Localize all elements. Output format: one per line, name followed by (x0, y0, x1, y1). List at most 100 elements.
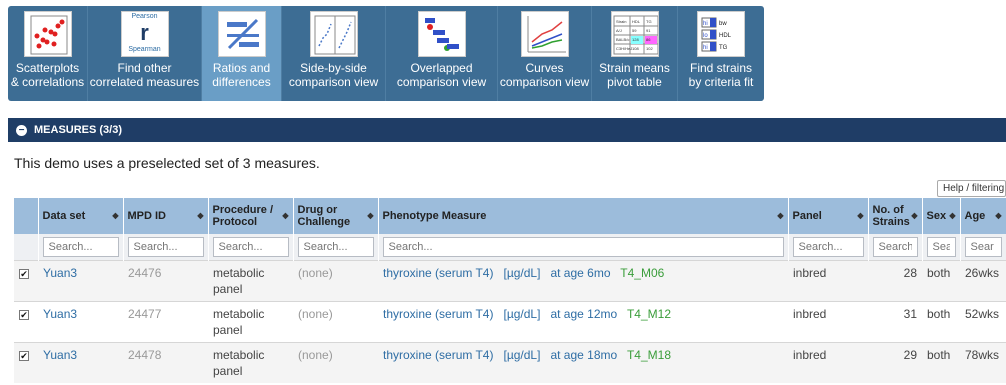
demo-description: This demo uses a preselected set of 3 me… (14, 155, 320, 171)
sort-icon[interactable]: ◆ (995, 210, 1001, 222)
tool-find-strains-line1: Find strains (689, 61, 753, 75)
pivot-head-tg: TG (646, 19, 652, 24)
sex-cell: both (922, 259, 960, 301)
header-sex[interactable]: Sex ◆ (922, 198, 961, 234)
dataset-link[interactable]: Yuan3 (43, 307, 77, 321)
search-panel-input[interactable] (792, 236, 864, 257)
row-checkbox[interactable]: ✔ (19, 309, 29, 320)
analysis-toolbar: Scatterplots & correlations Pearson r Sp… (8, 6, 764, 101)
drug-cell: (none) (293, 341, 378, 383)
pivot-head-strain: Strain (616, 19, 626, 24)
tool-curves[interactable]: Curves comparison view (498, 6, 592, 101)
header-strains[interactable]: No. of Strains ◆ (868, 198, 923, 234)
age-cell: 78wks (960, 341, 1006, 383)
measure-age: at age 12mo (550, 306, 618, 321)
search-age-input[interactable] (964, 236, 1002, 257)
criteria-level-2: lo (703, 33, 708, 39)
search-data-set-input[interactable] (42, 236, 119, 257)
pivot-table-icon: Strain HDL TG A/J BALB/c C3H/HeJ 59 91 1… (610, 11, 659, 57)
age-cell: 52wks (960, 300, 1006, 342)
header-phenotype-measure[interactable]: Phenotype Measure ◆ (378, 198, 789, 234)
measure-unit: [µg/dL] (503, 347, 541, 362)
tool-pivot-table[interactable]: Strain HDL TG A/J BALB/c C3H/HeJ 59 91 1… (592, 6, 678, 101)
sort-icon[interactable]: ◆ (282, 210, 288, 222)
tool-find-strains[interactable]: hi bw lo HDL hi TG Find strains by crite… (678, 6, 764, 101)
sex-cell: both (922, 300, 960, 342)
search-strains-input[interactable] (872, 236, 918, 257)
dataset-cell: Yuan3 (38, 300, 123, 342)
header-panel[interactable]: Panel ◆ (788, 198, 869, 234)
search-cell (960, 234, 1006, 260)
panel-cell: inbred (788, 259, 868, 301)
tool-overlapped[interactable]: Overlapped comparison view (386, 6, 498, 101)
row-checkbox-cell: ✔ (14, 259, 38, 301)
sort-icon[interactable]: ◆ (112, 210, 118, 222)
search-procedure-input[interactable] (212, 236, 289, 257)
procedure-cell: metabolic panel (208, 341, 293, 383)
drug-cell: (none) (293, 259, 378, 301)
sort-icon[interactable]: ◆ (857, 210, 863, 222)
pivot-head-hdl: HDL (632, 19, 641, 24)
help-filtering-button[interactable]: Help / filtering (937, 180, 1006, 197)
tool-ratios-differences[interactable]: Ratios and differences (202, 6, 282, 101)
header-mpd-id-label: MPD ID (127, 210, 167, 222)
collapse-icon[interactable]: − (16, 124, 27, 136)
dataset-link[interactable]: Yuan3 (43, 348, 77, 362)
header-data-set[interactable]: Data set ◆ (38, 198, 124, 234)
header-panel-label: Panel (792, 210, 822, 222)
header-drug[interactable]: Drug or Challenge ◆ (293, 198, 379, 234)
measure-link[interactable]: thyroxine (serum T4) (383, 307, 493, 321)
mpd-id-cell: 24476 (123, 259, 208, 301)
tool-ratios-line2: differences (212, 75, 271, 89)
sort-icon[interactable]: ◆ (949, 210, 955, 222)
tool-curves-line1: Curves (525, 61, 564, 75)
measure-age: at age 18mo (550, 347, 618, 362)
row-checkbox[interactable]: ✔ (19, 268, 29, 279)
tool-side-by-side[interactable]: Side-by-side comparison view (282, 6, 386, 101)
search-sex-input[interactable] (926, 236, 956, 257)
panel-cell: inbred (788, 341, 868, 383)
search-cell (868, 234, 923, 260)
criteria-icon: hi bw lo HDL hi TG (697, 11, 745, 57)
tool-overlapped-line2: comparison view (396, 75, 487, 89)
measure-link[interactable]: thyroxine (serum T4) (383, 348, 493, 362)
pivot-hdl-3: 108 (632, 46, 639, 51)
search-mpd-id-input[interactable] (127, 236, 204, 257)
strains-cell: 31 (868, 300, 922, 342)
pivot-tg-3: 102 (646, 46, 653, 51)
header-procedure[interactable]: Procedure / Protocol ◆ (208, 198, 294, 234)
measure-link[interactable]: thyroxine (serum T4) (383, 266, 493, 280)
sort-icon[interactable]: ◆ (197, 210, 203, 222)
criteria-measure-1: bw (719, 21, 727, 27)
tool-correlated-line1: Find other (117, 61, 172, 75)
tool-correlated-measures[interactable]: Pearson r Spearman Find other correlated… (88, 6, 202, 101)
tool-side-by-side-line2: comparison view (288, 75, 379, 89)
search-phenotype-input[interactable] (382, 236, 784, 257)
r-glyph: r (140, 20, 149, 45)
header-mpd-id[interactable]: MPD ID ◆ (123, 198, 209, 234)
measures-table: Data set ◆ MPD ID ◆ Procedure / Protocol ◆ … (14, 198, 1006, 383)
tool-scatterplots-line2: & correlations (10, 75, 85, 89)
criteria-level-1: hi (703, 21, 708, 27)
search-drug-input[interactable] (297, 236, 374, 257)
mpd-id-cell: 24477 (123, 300, 208, 342)
row-checkbox[interactable]: ✔ (19, 350, 29, 361)
sort-icon[interactable]: ◆ (777, 210, 783, 222)
tool-ratios-line1: Ratios and (212, 61, 271, 75)
tool-scatterplots[interactable]: Scatterplots & correlations (8, 6, 88, 101)
pivot-strain-3: C3H/HeJ (616, 46, 632, 51)
measure-code: T4_M18 (626, 347, 671, 362)
sort-icon[interactable]: ◆ (911, 210, 917, 222)
header-age[interactable]: Age ◆ (960, 198, 1006, 234)
correlation-icon: Pearson r Spearman (120, 11, 169, 57)
tool-overlapped-line1: Overlapped (410, 61, 473, 75)
sort-icon[interactable]: ◆ (367, 210, 373, 222)
header-age-label: Age (964, 210, 986, 222)
measure-cell: thyroxine (serum T4) [µg/dL] at age 6mo … (378, 259, 788, 301)
search-cell (38, 234, 124, 260)
drug-cell: (none) (293, 300, 378, 342)
dataset-link[interactable]: Yuan3 (43, 266, 77, 280)
sex-cell: both (922, 341, 960, 383)
pivot-hdl-1: 59 (632, 28, 637, 33)
measures-section-header[interactable]: − MEASURES (3/3) (8, 118, 1006, 142)
